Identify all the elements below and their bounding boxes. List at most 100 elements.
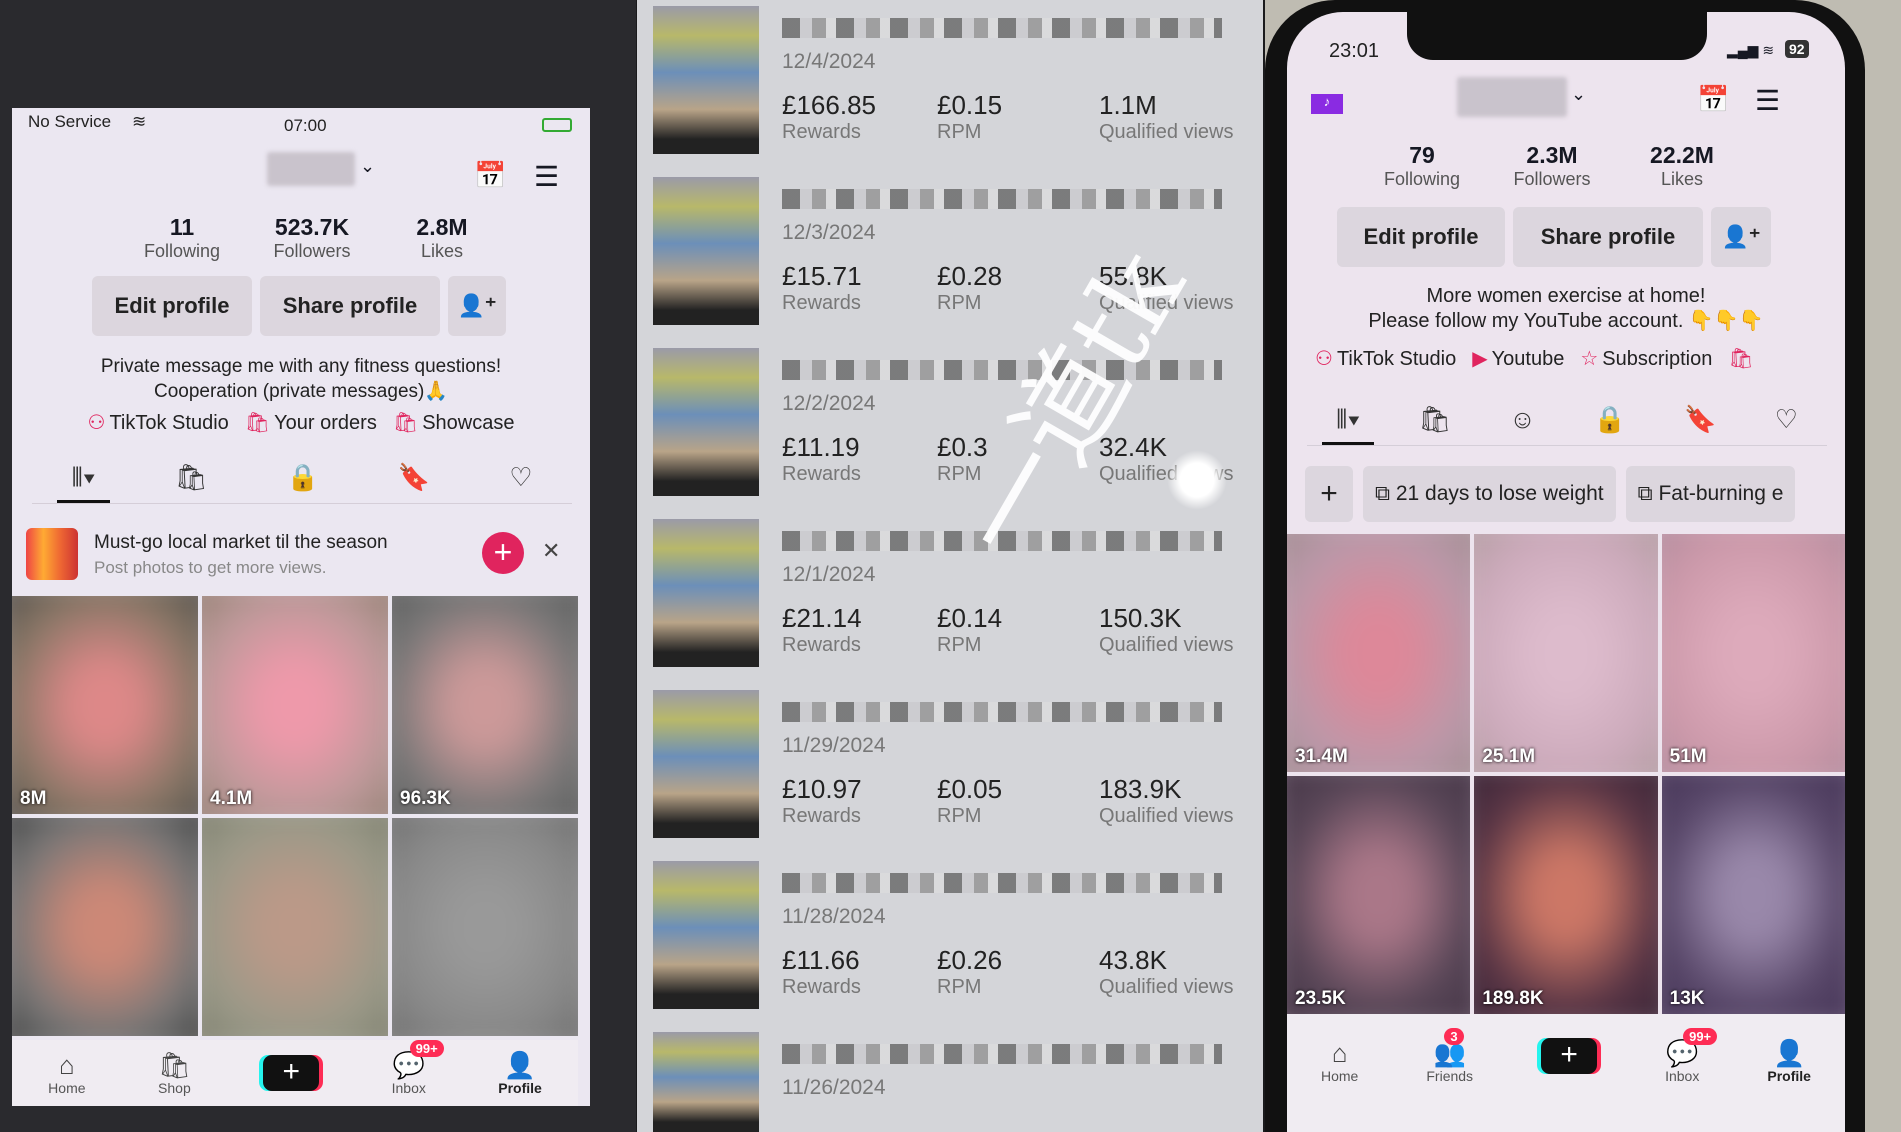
tab-videos-grid-icon[interactable]: ⦀▾ (57, 456, 110, 503)
tiktok-ticket-icon[interactable]: ♪ (1311, 94, 1343, 114)
tab-sticker-icon[interactable]: ☺ (1495, 398, 1550, 445)
rewards-metric: £11.19 Rewards (782, 432, 861, 485)
right-phone-screen: 23:01 ▂▄▆ ≋ 92 ♪ ⌄ 📅 ☰ 79 Following 2.3M F… (1287, 12, 1845, 1132)
rewards-metric: £10.97 Rewards (782, 774, 862, 827)
edit-profile-button[interactable]: Edit profile (92, 276, 252, 336)
promo-banner[interactable]: Must-go local market til the season Post… (12, 518, 590, 588)
content-tabs: ⦀▾ 🛍 ☺ 🔒 🔖 ♡ (1307, 398, 1827, 446)
video-thumbnail[interactable] (12, 818, 198, 1036)
tab-saved-icon[interactable]: 🔖 (384, 456, 444, 503)
add-playlist-button[interactable]: + (1305, 466, 1353, 522)
promo-thumbnail (26, 528, 78, 580)
carrier-status: No Service (28, 112, 112, 131)
chevron-down-icon[interactable]: ⌄ (1571, 84, 1586, 105)
left-phone-panel: No Service ≋ 07:00 ⌄ 📅 ☰ 11 Following 523… (0, 0, 636, 1132)
nav-inbox[interactable]: 💬 99+ Inbox (1665, 1028, 1718, 1084)
stat-likes[interactable]: 22.2M Likes (1617, 142, 1747, 190)
tab-private-lock-icon[interactable]: 🔒 (1580, 398, 1640, 445)
add-friend-icon[interactable]: 👤⁺ (1711, 207, 1771, 267)
rewards-metric: £166.85 Rewards (782, 90, 876, 143)
username-blurred[interactable] (267, 152, 355, 186)
earnings-row[interactable]: 11/26/2024 (637, 1026, 1263, 1132)
shop-bag-icon[interactable]: 🛍 (1728, 346, 1753, 371)
video-thumbnail-pixelated (653, 348, 759, 496)
video-thumbnail[interactable]: 96.3K (392, 596, 578, 814)
nav-inbox[interactable]: 💬 99+ Inbox (392, 1040, 444, 1096)
nav-profile[interactable]: 👤 Profile (1767, 1038, 1811, 1084)
earnings-row[interactable]: 12/4/2024 £166.85 Rewards £0.15 RPM 1.1M Qua… (637, 0, 1263, 170)
username-blurred[interactable] (1457, 77, 1567, 117)
nav-friends[interactable]: 👥 3 Friends (1426, 1028, 1473, 1084)
link-showcase[interactable]: 🛍 Showcase (393, 410, 515, 435)
rewards-metric: £15.71 Rewards (782, 261, 862, 314)
studio-icon: ⚇ (1315, 348, 1333, 370)
link-subscription[interactable]: ☆ Subscription (1580, 346, 1712, 371)
nav-shop[interactable]: 🛍 Shop (158, 1050, 191, 1096)
link-youtube[interactable]: ▶ Youtube (1472, 346, 1564, 371)
tab-liked-heart-icon[interactable]: ♡ (1761, 398, 1812, 445)
link-tiktok-studio[interactable]: ⚇ TikTok Studio (88, 410, 229, 435)
video-thumbnail-pixelated (653, 690, 759, 838)
qualified-views-metric: 1.1M Qualified views (1099, 90, 1234, 143)
clock: 23:01 (1329, 40, 1380, 62)
earnings-row[interactable]: 12/1/2024 £21.14 Rewards £0.14 RPM 150.3K Qu… (637, 513, 1263, 683)
nav-profile[interactable]: 👤 Profile (498, 1050, 542, 1096)
video-thumbnail[interactable]: 189.8K (1474, 776, 1658, 1014)
tab-videos-grid-icon[interactable]: ⦀▾ (1322, 398, 1375, 445)
content-tabs: ⦀▾ 🛍 🔒 🔖 ♡ (32, 456, 572, 504)
share-profile-button[interactable]: Share profile (260, 276, 440, 336)
tab-shop-icon[interactable]: 🛍 (161, 456, 222, 503)
orders-bag-icon: 🛍 (244, 412, 271, 434)
stat-likes[interactable]: 2.8M Likes (377, 214, 507, 262)
link-tiktok-studio[interactable]: ⚇ TikTok Studio (1315, 346, 1456, 371)
create-button[interactable]: + (1541, 1038, 1598, 1074)
bio: Private message me with any fitness ques… (100, 356, 502, 402)
promo-add-button[interactable]: + (482, 532, 524, 574)
notch (1407, 12, 1707, 60)
profile-stats: 11 Following 523.7K Followers 2.8M Likes (117, 214, 507, 262)
calendar-star-icon[interactable]: 📅 (474, 160, 506, 191)
video-thumbnail-pixelated (653, 519, 759, 667)
video-thumbnail[interactable]: 4.1M (202, 596, 388, 814)
close-icon[interactable]: ✕ (542, 538, 560, 564)
video-thumbnail[interactable] (202, 818, 388, 1036)
profile-stats: 79 Following 2.3M Followers 22.2M Likes (1357, 142, 1747, 190)
video-grid: 31.4M 25.1M 51M 23.5K 189.8K 13K (1287, 534, 1845, 1014)
earnings-row[interactable]: 11/28/2024 £11.66 Rewards £0.26 RPM 43.8K Qu… (637, 855, 1263, 1025)
menu-icon[interactable]: ☰ (534, 160, 559, 193)
video-thumbnail[interactable]: 13K (1661, 776, 1845, 1014)
stat-followers[interactable]: 2.3M Followers (1487, 142, 1617, 190)
nav-home[interactable]: ⌂ Home (48, 1050, 85, 1096)
stat-following[interactable]: 11 Following (117, 214, 247, 262)
playlist-chip[interactable]: ⧉ 21 days to lose weight (1363, 466, 1616, 522)
chevron-down-icon[interactable]: ⌄ (360, 156, 375, 177)
bottom-nav: ⌂ Home 🛍 Shop + 💬 99+ Inbox 👤 Profile (12, 1040, 578, 1106)
video-thumbnail[interactable]: 51M (1661, 534, 1845, 772)
tab-saved-icon[interactable]: 🔖 (1670, 398, 1730, 445)
calendar-star-icon[interactable]: 📅 (1697, 84, 1729, 115)
earnings-row[interactable]: 11/29/2024 £10.97 Rewards £0.05 RPM 183.9K Q… (637, 684, 1263, 854)
create-button[interactable]: + (263, 1055, 320, 1091)
video-thumbnail[interactable]: 23.5K (1287, 776, 1471, 1014)
menu-icon[interactable]: ☰ (1755, 84, 1780, 117)
video-title-pixelated (782, 189, 1222, 209)
video-thumbnail[interactable]: 31.4M (1287, 534, 1471, 772)
stat-followers[interactable]: 523.7K Followers (247, 214, 377, 262)
add-friend-icon[interactable]: 👤⁺ (448, 276, 506, 336)
video-thumbnail[interactable] (392, 818, 578, 1036)
tab-liked-heart-icon[interactable]: ♡ (495, 456, 546, 503)
link-your-orders[interactable]: 🛍 Your orders (245, 410, 377, 435)
shop-bag-icon: 🛍 (157, 1050, 191, 1080)
profile-icon: 👤 (503, 1050, 537, 1080)
video-thumbnail[interactable]: 8M (12, 596, 198, 814)
share-profile-button[interactable]: Share profile (1513, 207, 1703, 267)
tab-shop-icon[interactable]: 🛍 (1404, 398, 1465, 445)
stat-following[interactable]: 79 Following (1357, 142, 1487, 190)
tab-private-lock-icon[interactable]: 🔒 (273, 456, 333, 503)
profile-links: ⚇ TikTok Studio ▶ Youtube ☆ Subscription 🛍 (1287, 346, 1845, 371)
nav-home[interactable]: ⌂ Home (1321, 1038, 1358, 1084)
playlist-icon: ⧉ (1375, 482, 1396, 505)
edit-profile-button[interactable]: Edit profile (1337, 207, 1505, 267)
video-thumbnail[interactable]: 25.1M (1474, 534, 1658, 772)
playlist-chip[interactable]: ⧉ Fat-burning e (1625, 466, 1796, 522)
